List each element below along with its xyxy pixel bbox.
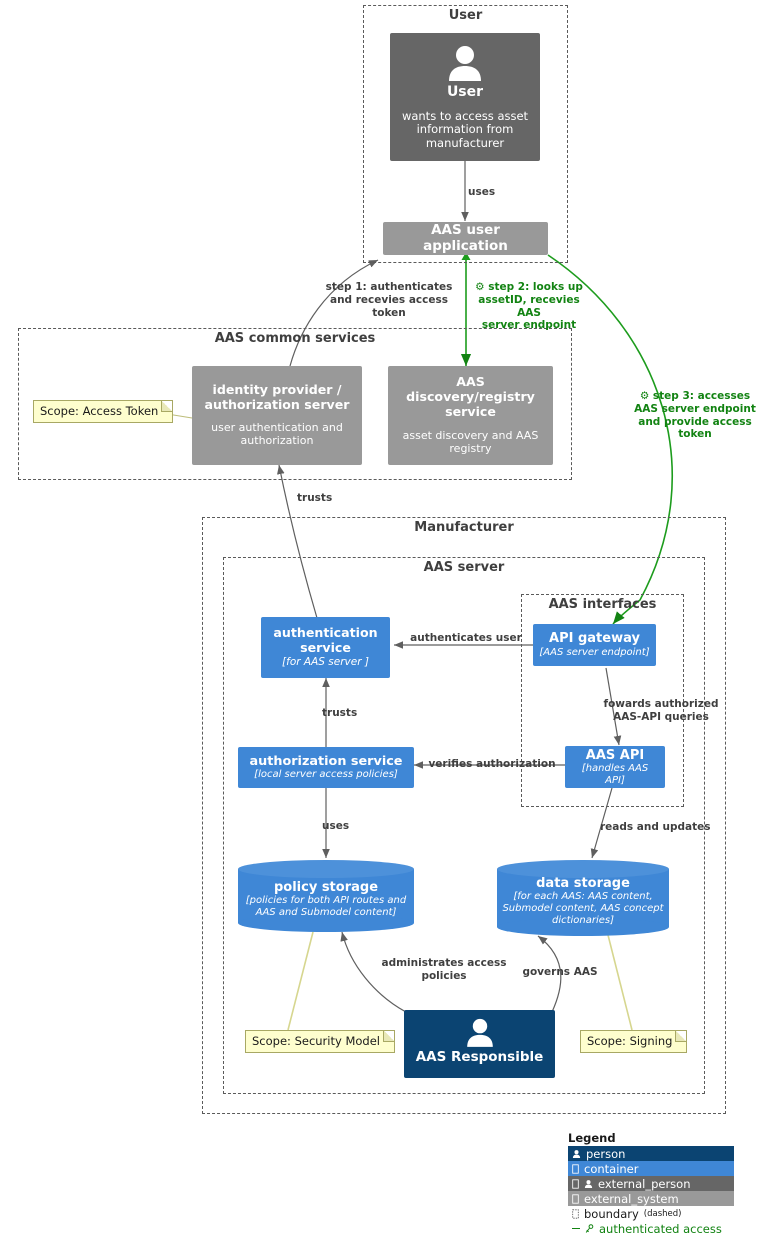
container-icon <box>572 1178 579 1189</box>
edge-label-trusts-auth: trusts <box>322 707 358 719</box>
node-identity-provider-title: identity provider / authorization server <box>204 381 350 412</box>
person-icon <box>466 1018 493 1047</box>
edge-label-forwards: fowards authorized AAS-API queries <box>603 698 719 723</box>
node-discovery-registry-title: AAS discovery/registry service <box>406 374 535 419</box>
node-api-gateway-title: API gateway <box>549 631 640 647</box>
note-fold-corner <box>161 401 173 412</box>
policy-storage-text: policy storage [policies for both API ro… <box>238 860 414 932</box>
edge-label-verifies: verifies authorization <box>428 758 556 770</box>
note-scope-access-token-text: Scope: Access Token <box>40 404 159 418</box>
edge-label-reads-updates: reads and updates <box>600 821 711 833</box>
legend: Legend person container external_person <box>568 1131 734 1236</box>
legend-title: Legend <box>568 1131 616 1145</box>
node-aas-api-tech: [handles AAS API] <box>581 762 649 786</box>
legend-item-external-system-label: external_system <box>584 1191 679 1206</box>
node-identity-provider-desc: user authentication and authorization <box>211 421 343 448</box>
node-user[interactable]: User wants to access asset information f… <box>390 33 540 161</box>
node-discovery-registry-desc: asset discovery and AAS registry <box>402 428 539 455</box>
edge-label-authenticates-user: authenticates user <box>410 632 522 644</box>
policy-storage-title: policy storage <box>273 879 379 895</box>
edge-label-administrates: administrates access policies <box>381 957 507 982</box>
note-fold-corner <box>675 1031 687 1042</box>
dash-icon <box>572 1227 580 1230</box>
legend-item-container-label: container <box>584 1161 639 1176</box>
legend-item-person: person <box>568 1146 734 1161</box>
container-icon <box>572 1193 579 1204</box>
node-aas-user-application[interactable]: AAS user application <box>383 222 548 255</box>
edge-label-step3: ⚙ step 3: accesses AAS server endpoint a… <box>634 390 756 441</box>
note-fold-corner <box>382 1031 394 1042</box>
boundary-aas-interfaces-title: AAS interfaces <box>548 597 657 612</box>
node-authorization-service-tech: [local server access policies] <box>254 769 398 781</box>
legend-item-person-label: person <box>586 1146 626 1161</box>
node-user-desc: wants to access asset information from m… <box>401 108 529 150</box>
node-authorization-service-title: authorization service <box>249 754 403 770</box>
data-storage-title: data storage <box>536 875 630 891</box>
node-authorization-service[interactable]: authorization service [local server acce… <box>238 747 414 788</box>
data-storage-text: data storage [for each AAS: AAS content,… <box>497 860 669 936</box>
node-authentication-service-title: authentication service <box>273 625 378 656</box>
note-scope-security-model-text: Scope: Security Model <box>252 1034 380 1048</box>
legend-item-external-system: external_system <box>568 1191 734 1206</box>
person-icon <box>584 1179 593 1188</box>
edge-label-uses-policy: uses <box>322 820 350 832</box>
note-scope-access-token: Scope: Access Token <box>33 400 174 423</box>
policy-storage-tech: [policies for both API routes and AAS an… <box>245 894 407 918</box>
node-aas-responsible[interactable]: AAS Responsible <box>404 1010 555 1078</box>
node-aas-api-title: AAS API <box>585 747 645 763</box>
legend-item-external-person: external_person <box>568 1176 734 1191</box>
data-storage-tech: [for each AAS: AAS content, Submodel con… <box>502 890 664 926</box>
edge-label-governs: governs AAS <box>522 966 598 978</box>
node-api-gateway-tech: [AAS server endpoint] <box>539 646 650 658</box>
legend-item-boundary-label: boundary <box>584 1206 639 1221</box>
edge-label-step1: step 1: authenticates and recevies acces… <box>325 281 453 319</box>
person-icon <box>449 46 481 81</box>
node-aas-api[interactable]: AAS API [handles AAS API] <box>565 746 665 788</box>
legend-item-container: container <box>568 1161 734 1176</box>
legend-item-boundary-sub: (dashed) <box>643 1208 682 1219</box>
node-aas-responsible-title: AAS Responsible <box>415 1049 544 1065</box>
legend-item-boundary: boundary (dashed) <box>568 1206 734 1221</box>
edge-label-step2: ⚙ step 2: looks up assetID, recevies AAS… <box>475 281 583 332</box>
node-identity-provider[interactable]: identity provider / authorization server… <box>192 366 362 465</box>
legend-item-external-person-label: external_person <box>598 1176 691 1191</box>
node-policy-storage[interactable]: policy storage [policies for both API ro… <box>238 860 414 932</box>
legend-item-authenticated-access-label: authenticated access <box>599 1221 722 1236</box>
node-user-title: User <box>446 84 484 100</box>
boundary-manufacturer-title: Manufacturer <box>414 520 514 535</box>
node-data-storage[interactable]: data storage [for each AAS: AAS content,… <box>497 860 669 936</box>
node-aas-user-application-title: AAS user application <box>423 221 508 254</box>
key-icon <box>585 1223 594 1233</box>
legend-item-authenticated-access: authenticated access <box>568 1221 734 1236</box>
diagram-canvas: User AAS common services Manufacturer AA… <box>0 0 777 1248</box>
container-icon <box>572 1163 579 1174</box>
boundary-aas-server-title: AAS server <box>423 560 505 575</box>
edge-label-trusts-idp: trusts <box>297 492 333 504</box>
node-api-gateway[interactable]: API gateway [AAS server endpoint] <box>533 624 656 666</box>
note-scope-signing-text: Scope: Signing <box>587 1034 673 1048</box>
node-authentication-service[interactable]: authentication service [for AAS server ] <box>261 617 390 678</box>
person-icon <box>572 1149 581 1158</box>
node-aas-discovery-registry[interactable]: AAS discovery/registry service asset dis… <box>388 366 553 465</box>
note-scope-security-model: Scope: Security Model <box>245 1030 395 1053</box>
edge-label-uses: uses <box>468 186 496 198</box>
boundary-icon <box>572 1208 579 1219</box>
boundary-user-title: User <box>448 8 483 23</box>
node-authentication-service-tech: [for AAS server ] <box>282 656 369 669</box>
note-scope-signing: Scope: Signing <box>580 1030 688 1053</box>
